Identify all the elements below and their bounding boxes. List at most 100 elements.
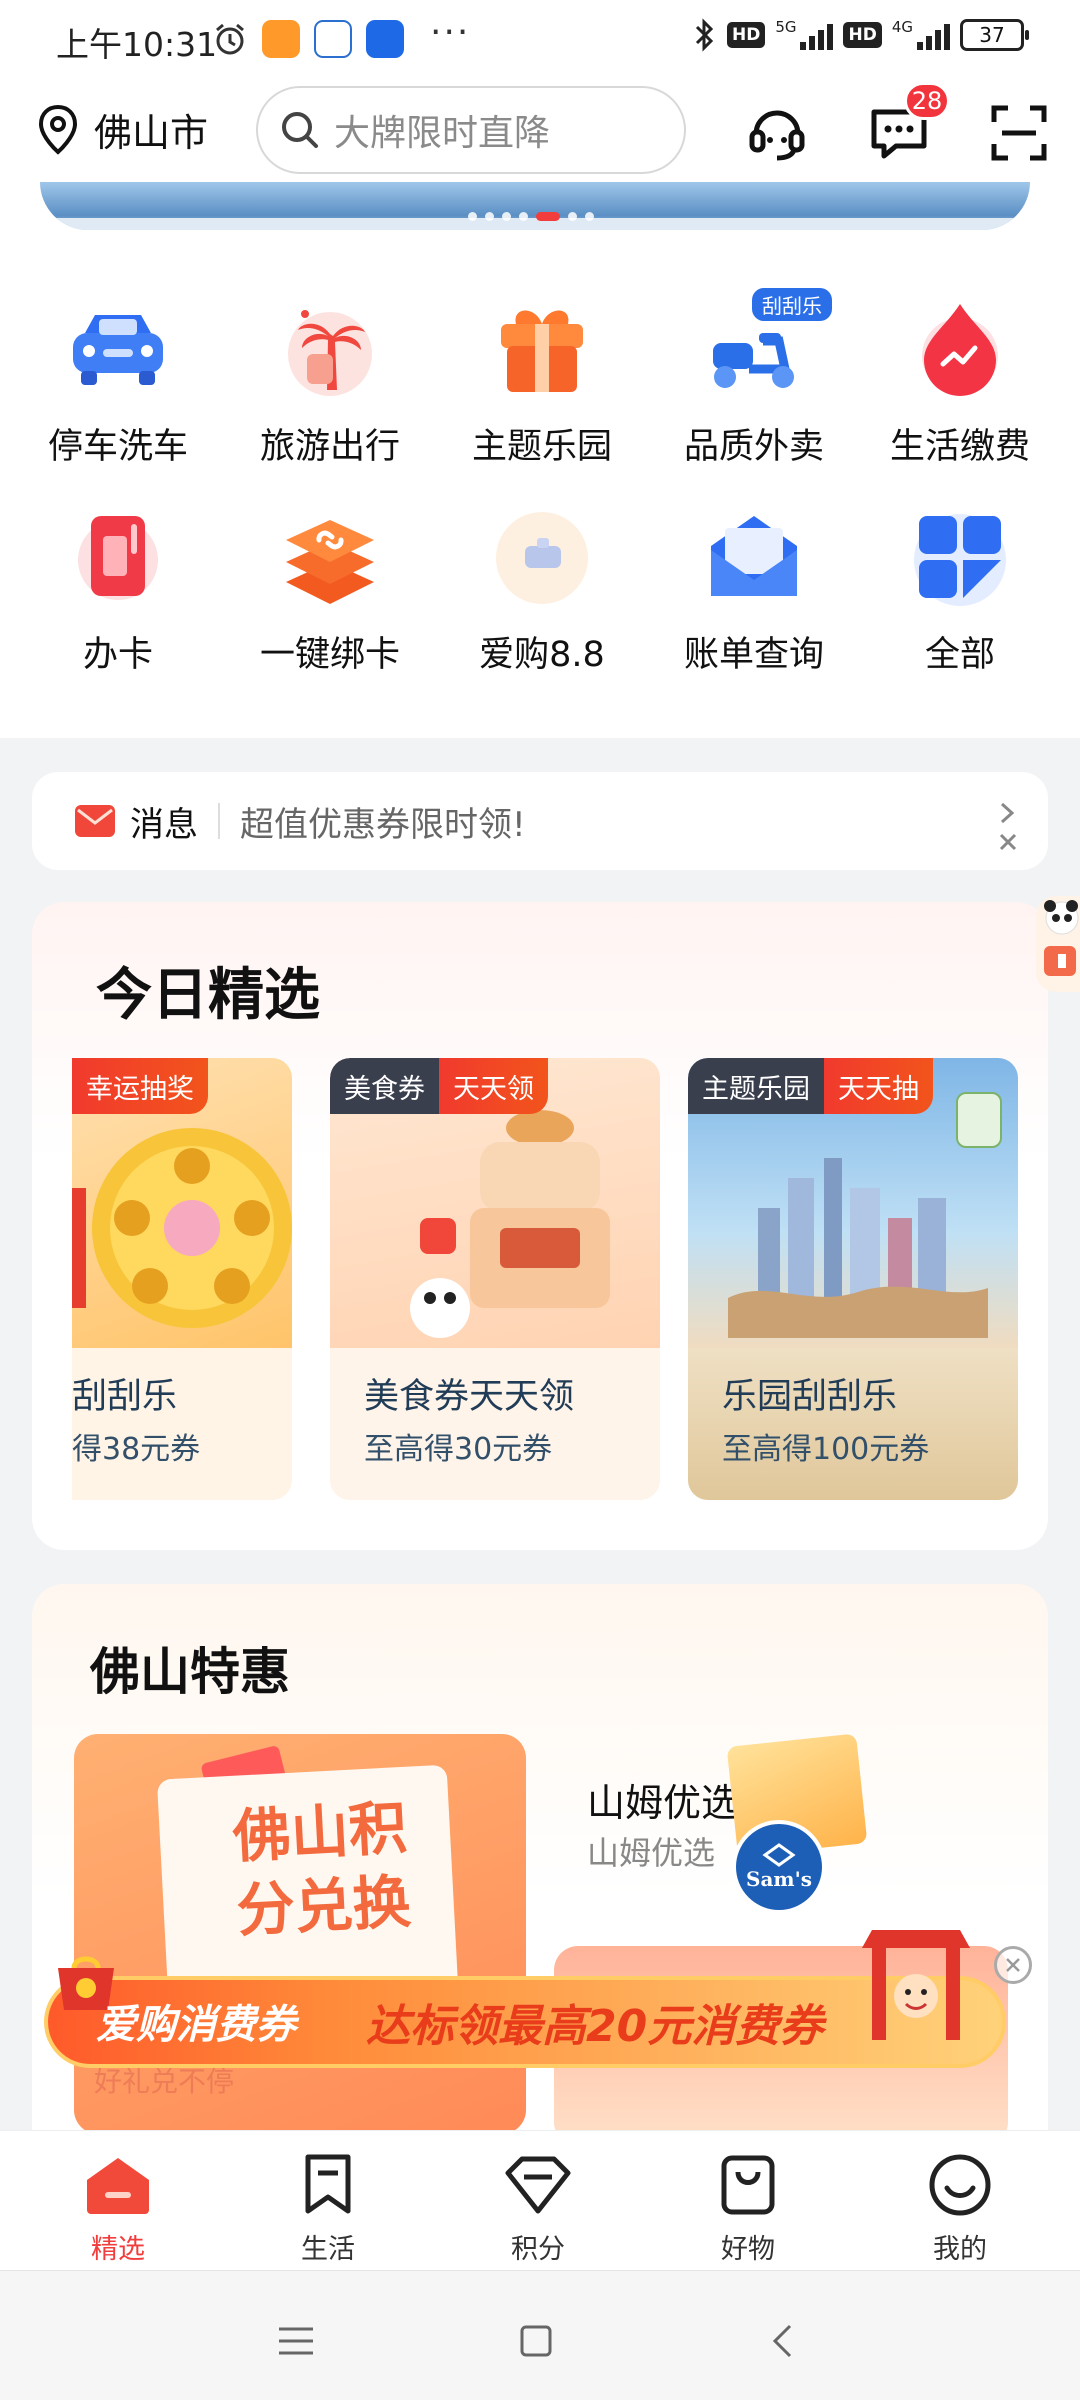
back-chevron-icon <box>772 2324 792 2358</box>
envelope-icon <box>694 502 814 612</box>
close-icon <box>999 833 1017 851</box>
quick-item-label: 全部 <box>924 635 995 675</box>
card-tags: 幸运抽奖 <box>72 1058 208 1114</box>
cake-shop-illustration <box>410 1110 610 1338</box>
notification-app-icon-orange <box>262 20 300 58</box>
car-icon <box>58 294 178 404</box>
message-title: 消息 <box>130 804 198 845</box>
quick-item-bill-payment[interactable]: 生活缴费 <box>860 294 1060 469</box>
quick-item-label: 主题乐园 <box>471 427 612 467</box>
quick-item-food-delivery[interactable]: 刮刮乐 品质外卖 <box>654 288 854 469</box>
sams-diamond-icon <box>762 1843 796 1867</box>
quick-item-bill-inquiry[interactable]: 账单查询 <box>654 502 854 677</box>
card-footer: 刮刮乐 得38元券 <box>72 1348 292 1500</box>
today-picks-title: 今日精选 <box>96 962 320 1028</box>
message-close-button[interactable] <box>998 802 1018 858</box>
nav-label: 生活 <box>301 2234 355 2265</box>
picks-carousel[interactable]: 幸运抽奖 刮刮乐 得38元券 美食券 天天领 美食券天天领 至高得30元券 主题… <box>72 1058 1022 1500</box>
zoo-logo <box>956 1092 1002 1148</box>
quick-item-theme-park[interactable]: 主题乐园 <box>442 294 642 469</box>
nav-label: 我的 <box>933 2234 987 2265</box>
sams-title[interactable]: 山姆优选 <box>587 1772 739 1827</box>
scan-button[interactable] <box>984 98 1054 168</box>
quick-item-bind-card[interactable]: 一键绑卡 <box>230 502 430 677</box>
notification-app-icon-blue <box>366 20 404 58</box>
chevron-right-icon <box>1000 802 1015 824</box>
system-back-button[interactable] <box>752 2311 812 2371</box>
quick-item-apply-card[interactable]: 办卡 <box>18 502 218 677</box>
square-icon <box>520 2325 552 2357</box>
film-reel-icon <box>92 1128 292 1328</box>
card-title: 乐园刮刮乐 <box>722 1377 898 1417</box>
card-subtitle: 至高得100元券 <box>722 1432 930 1467</box>
panda-floating-tab[interactable] <box>1036 896 1080 992</box>
more-notifications-dots: ··· <box>430 12 471 53</box>
sams-logo: Sam's <box>732 1820 826 1914</box>
tag-food-coupon: 美食券 <box>330 1058 439 1114</box>
home-icon <box>82 2149 154 2221</box>
banner-image[interactable] <box>40 182 1030 230</box>
pick-card-lucky-draw[interactable]: 幸运抽奖 刮刮乐 得38元券 <box>72 1058 292 1500</box>
link-stack-icon <box>270 502 390 612</box>
gift-box-icon <box>482 294 602 404</box>
coupon-close-button[interactable] <box>994 1946 1032 1984</box>
banner-carousel[interactable] <box>0 182 1080 272</box>
menu-icon <box>279 2327 313 2355</box>
points-exchange-text: 佛山积分兑换 <box>231 1793 413 1945</box>
message-count-badge: 28 <box>904 82 950 120</box>
alarm-icon <box>216 23 244 55</box>
quick-item-travel[interactable]: 旅游出行 <box>230 294 430 469</box>
card-title: 刮刮乐 <box>72 1377 178 1417</box>
pick-card-food-coupon[interactable]: 美食券 天天领 美食券天天领 至高得30元券 <box>330 1058 660 1500</box>
signal-4g-icon <box>917 20 950 50</box>
tab-goods[interactable]: 好物 <box>678 2149 818 2266</box>
search-icon <box>282 112 318 148</box>
nav-label: 好物 <box>721 2234 775 2265</box>
coupon-floating-banner[interactable]: 爱购消费券 达标领最高20元消费券 <box>44 1930 1006 2068</box>
tag-daily-claim: 天天领 <box>439 1058 548 1114</box>
quick-item-aigou[interactable]: 爱购8.8 <box>442 502 642 677</box>
points-exchange-card[interactable]: 佛山积分兑换 好礼兑不停 <box>74 1734 526 2134</box>
messages-button[interactable]: 28 <box>864 82 950 168</box>
tab-featured[interactable]: 精选 <box>48 2149 188 2266</box>
coupon-right-text: 达标领最高20元消费券 <box>366 2001 824 2052</box>
system-home-button[interactable] <box>506 2311 566 2371</box>
net-label-5g: 5G <box>775 18 797 36</box>
net-label-4g: 4G <box>891 18 913 36</box>
festival-arch-icon <box>862 1930 970 2040</box>
search-input[interactable]: 大牌限时直降 <box>256 86 686 174</box>
divider <box>218 803 220 839</box>
battery-icon: 37 <box>960 19 1029 51</box>
quick-item-label: 账单查询 <box>683 635 824 675</box>
city-skyline-illustration <box>728 1158 988 1338</box>
page-dot <box>585 212 594 221</box>
battery-level: 37 <box>979 23 1005 47</box>
tab-points[interactable]: 积分 <box>468 2149 608 2266</box>
quick-item-label: 旅游出行 <box>259 427 400 467</box>
aigou-icon <box>482 502 602 612</box>
quick-item-label: 停车洗车 <box>47 427 188 467</box>
system-menu-button[interactable] <box>266 2311 326 2371</box>
signal-5g-icon <box>800 20 834 50</box>
bottom-tab-bar: 精选 生活 积分 好物 我的 <box>0 2130 1080 2270</box>
city-selector[interactable]: 佛山市 <box>36 102 208 157</box>
quick-item-all[interactable]: 全部 <box>860 502 1060 677</box>
location-pin-icon <box>38 104 78 155</box>
top-header: 佛山市 大牌限时直降 28 <box>0 80 1080 182</box>
smiley-icon <box>924 2149 996 2221</box>
status-notification-icons <box>212 20 404 58</box>
foshan-deals-title: 佛山特惠 <box>90 1643 290 1701</box>
tab-mine[interactable]: 我的 <box>890 2149 1030 2266</box>
bookmark-icon <box>292 2149 364 2221</box>
app-screen: 上午10:31 ··· HD 5G HD 4G 37 佛山市 大牌限时直降 28… <box>0 0 1080 2400</box>
tag-daily-draw: 天天抽 <box>824 1058 933 1114</box>
nav-label: 精选 <box>91 2234 145 2265</box>
quick-item-parking-carwash[interactable]: 停车洗车 <box>18 294 218 469</box>
tab-life[interactable]: 生活 <box>258 2149 398 2266</box>
quick-item-label: 品质外卖 <box>683 427 824 467</box>
page-dot <box>519 212 528 221</box>
customer-service-button[interactable] <box>742 98 812 168</box>
message-notice-bar[interactable]: 消息 超值优惠券限时领! <box>32 772 1048 870</box>
pick-card-theme-park[interactable]: 主题乐园 天天抽 乐园刮刮乐 至高得100元券 <box>688 1058 1018 1500</box>
card-footer: 乐园刮刮乐 至高得100元券 <box>688 1348 1018 1500</box>
